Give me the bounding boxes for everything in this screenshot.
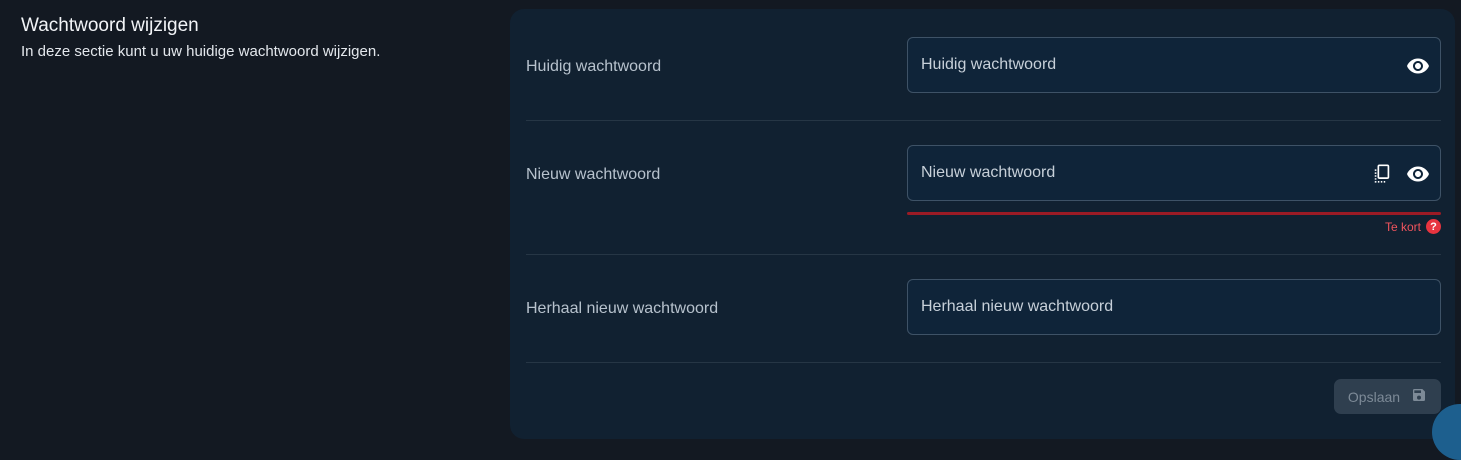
copy-icon[interactable]	[1370, 162, 1394, 186]
repeat-password-row: Herhaal nieuw wachtwoord	[526, 255, 1441, 363]
current-password-input[interactable]	[921, 38, 1341, 92]
new-password-field	[907, 145, 1441, 201]
section-intro: Wachtwoord wijzigen In deze sectie kunt …	[21, 14, 491, 61]
eye-icon[interactable]	[1406, 54, 1430, 78]
new-password-input[interactable]	[921, 146, 1341, 200]
section-description: In deze sectie kunt u uw huidige wachtwo…	[21, 43, 381, 60]
save-button-label: Opslaan	[1347, 388, 1401, 405]
password-form-panel: Huidig wachtwoord Nieuw wachtwoord Te ko…	[510, 9, 1455, 439]
save-button[interactable]: Opslaan	[1334, 379, 1441, 414]
new-password-label: Nieuw wachtwoord	[526, 166, 661, 183]
password-strength-bar	[907, 212, 1441, 215]
eye-icon[interactable]	[1406, 162, 1430, 186]
current-password-label: Huidig wachtwoord	[526, 58, 662, 75]
current-password-field	[907, 37, 1441, 93]
repeat-password-field	[907, 279, 1441, 335]
password-strength-hint: Te kort ?	[1385, 219, 1441, 234]
help-icon[interactable]: ?	[1426, 219, 1441, 234]
current-password-row: Huidig wachtwoord	[526, 9, 1441, 121]
password-strength-text: Te kort	[1384, 219, 1421, 234]
section-title: Wachtwoord wijzigen	[21, 15, 199, 36]
new-password-row: Nieuw wachtwoord Te kort ?	[526, 121, 1441, 255]
floppy-disk-icon	[1411, 387, 1427, 406]
repeat-password-input[interactable]	[921, 280, 1341, 334]
repeat-password-label: Herhaal nieuw wachtwoord	[526, 300, 719, 317]
